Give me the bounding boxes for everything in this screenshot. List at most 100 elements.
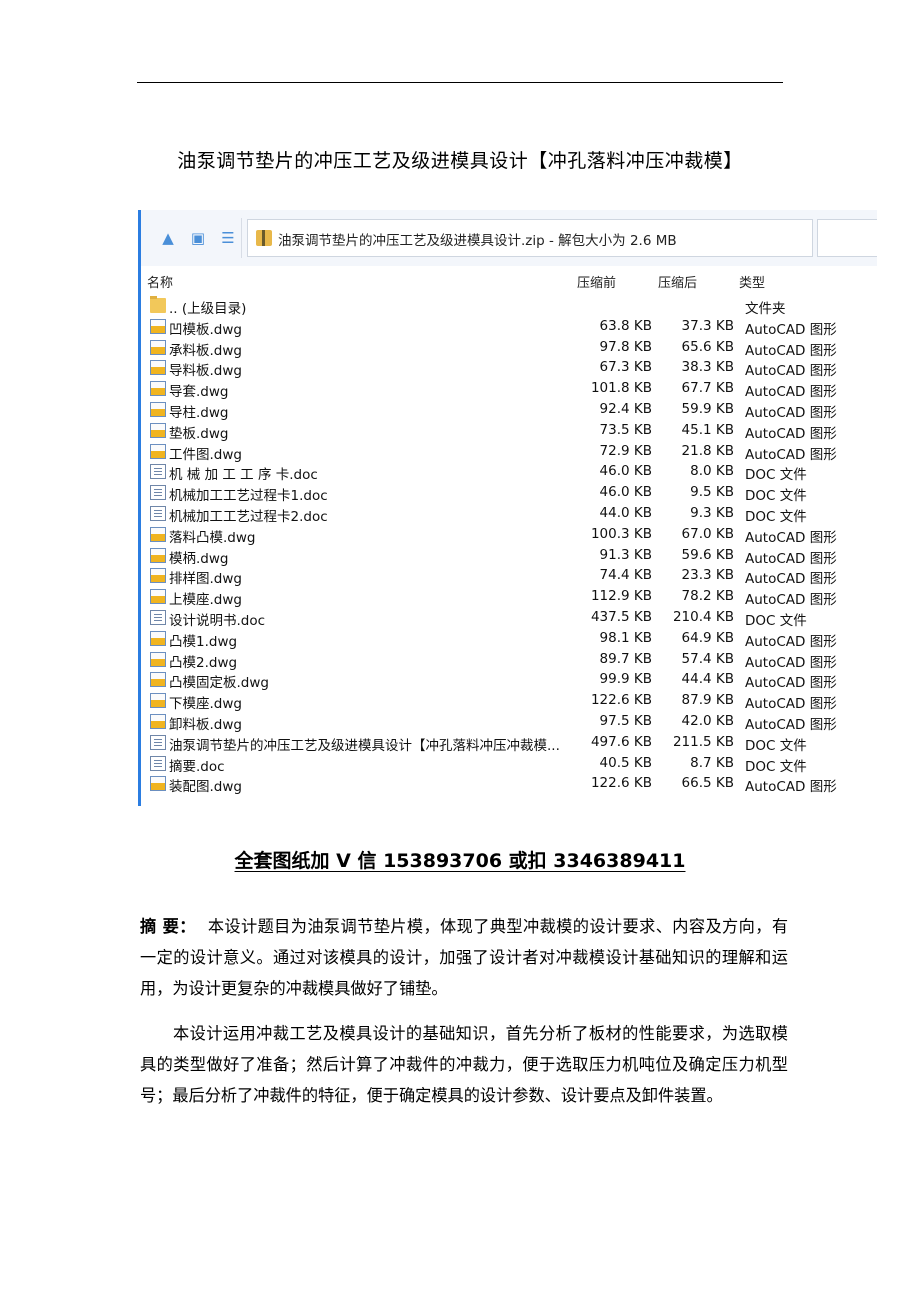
doc-file-icon (150, 734, 166, 750)
document-title: 油泵调节垫片的冲压工艺及级进模具设计【冲孔落料冲压冲裁模】 (177, 150, 743, 172)
doc-file-icon (150, 505, 166, 521)
file-type: DOC 文件 (745, 612, 807, 629)
column-header-compressed[interactable]: 压缩后 (658, 272, 697, 291)
search-input[interactable] (817, 219, 877, 257)
file-row[interactable]: 凸模固定板.dwg 99.9 KB 44.4 KB AutoCAD 图形 (141, 669, 877, 692)
file-size-compressed: 66.5 KB (681, 775, 734, 792)
file-type: AutoCAD 图形 (745, 446, 837, 463)
file-row[interactable]: 导柱.dwg 92.4 KB 59.9 KB AutoCAD 图形 (141, 399, 877, 421)
file-size-compressed: 59.9 KB (681, 400, 734, 417)
file-type: AutoCAD 图形 (745, 696, 837, 713)
file-size-packed: 63.8 KB (599, 317, 652, 334)
dwg-file-icon (150, 443, 166, 459)
file-row[interactable]: 设计说明书.doc 437.5 KB 210.4 KB DOC 文件 (141, 607, 877, 629)
file-name: 油泵调节垫片的冲压工艺及级进模具设计【冲孔落料冲压冲裁模... (169, 737, 560, 754)
file-name: 机 械 加 工 工 序 卡.doc (169, 467, 318, 484)
file-size-packed: 497.6 KB (590, 733, 652, 750)
file-name: 摘要.doc (169, 758, 225, 775)
address-bar[interactable]: 油泵调节垫片的冲压工艺及级进模具设计.zip - 解包大小为 2.6 MB V … (247, 219, 875, 257)
file-type: AutoCAD 图形 (745, 404, 837, 421)
file-size-packed: 40.5 KB (599, 754, 652, 771)
file-row[interactable]: 机械加工工艺过程卡2.doc 44.0 KB 9.3 KB DOC 文件 (141, 503, 877, 525)
doc-file-icon (150, 755, 166, 771)
file-size-compressed: 67.7 KB (681, 380, 734, 397)
file-name: 上模座.dwg (169, 592, 242, 609)
file-type: AutoCAD 图形 (745, 384, 837, 401)
file-name: 机械加工工艺过程卡2.doc (169, 508, 328, 525)
file-name: 机械加工工艺过程卡1.doc (169, 488, 328, 505)
file-size-packed: 73.5 KB (599, 421, 652, 438)
file-name: 凸模2.dwg (169, 654, 238, 671)
column-header-packed[interactable]: 压缩前 (577, 272, 616, 291)
file-row[interactable]: 模柄.dwg 91.3 KB 59.6 KB AutoCAD 图形 (141, 545, 877, 567)
file-row[interactable]: 导套.dwg 101.8 KB 67.7 KB AutoCAD 图形 (141, 378, 877, 401)
file-row[interactable]: 垫板.dwg 73.5 KB 45.1 KB AutoCAD 图形 (141, 420, 877, 442)
file-size-packed: 67.3 KB (599, 359, 652, 376)
file-row[interactable]: 油泵调节垫片的冲压工艺及级进模具设计【冲孔落料冲压冲裁模... 497.6 KB 2… (141, 732, 877, 754)
file-size-compressed: 9.3 KB (690, 504, 734, 521)
file-size-compressed: 9.5 KB (690, 484, 734, 501)
toolbar-divider (241, 218, 242, 258)
file-size-packed: 89.7 KB (599, 650, 652, 667)
file-name: 工件图.dwg (169, 446, 242, 463)
file-row[interactable]: 承料板.dwg 97.8 KB 65.6 KB AutoCAD 图形 (141, 337, 877, 359)
list-view-icon[interactable]: ☰ (219, 229, 237, 247)
file-type: DOC 文件 (745, 488, 807, 505)
file-size-packed: 44.0 KB (599, 504, 652, 521)
file-row[interactable]: 凸模2.dwg 89.7 KB 57.4 KB AutoCAD 图形 (141, 649, 877, 671)
file-type: AutoCAD 图形 (745, 675, 837, 692)
header-rule (137, 82, 783, 83)
file-type: AutoCAD 图形 (745, 654, 837, 671)
file-type: AutoCAD 图形 (745, 321, 837, 338)
file-row[interactable]: 机 械 加 工 工 序 卡.doc 46.0 KB 8.0 KB DOC 文件 (141, 461, 877, 484)
file-size-packed: 74.4 KB (599, 567, 652, 584)
thumbnail-view-icon[interactable]: ▣ (189, 229, 207, 247)
file-type: DOC 文件 (745, 737, 807, 754)
column-header-name[interactable]: 名称 (147, 272, 173, 291)
dwg-file-icon (150, 381, 166, 397)
file-row[interactable]: 摘要.doc 40.5 KB 8.7 KB DOC 文件 (141, 753, 877, 775)
file-size-compressed: 8.0 KB (690, 463, 734, 480)
file-type: AutoCAD 图形 (745, 779, 837, 796)
file-row[interactable]: .. (上级目录) 文件夹 (141, 295, 877, 317)
file-row[interactable]: 凹模板.dwg 63.8 KB 37.3 KB AutoCAD 图形 (141, 316, 877, 338)
file-size-compressed: 45.1 KB (681, 421, 734, 438)
file-name: 导套.dwg (169, 384, 229, 401)
file-size-packed: 46.0 KB (599, 463, 652, 480)
file-row[interactable]: 导料板.dwg 67.3 KB 38.3 KB AutoCAD 图形 (141, 357, 877, 380)
file-type: AutoCAD 图形 (745, 342, 837, 359)
file-row[interactable]: 排样图.dwg 74.4 KB 23.3 KB AutoCAD 图形 (141, 565, 877, 588)
doc-file-icon (150, 609, 166, 625)
file-row[interactable]: 装配图.dwg 122.6 KB 66.5 KB AutoCAD 图形 (141, 773, 877, 796)
file-type: DOC 文件 (745, 467, 807, 484)
dwg-file-icon (150, 401, 166, 417)
file-row[interactable]: 上模座.dwg 112.9 KB 78.2 KB AutoCAD 图形 (141, 586, 877, 609)
file-type: DOC 文件 (745, 508, 807, 525)
column-header-type[interactable]: 类型 (739, 272, 765, 291)
file-row[interactable]: 凸模1.dwg 98.1 KB 64.9 KB AutoCAD 图形 (141, 628, 877, 650)
file-size-packed: 91.3 KB (599, 546, 652, 563)
file-size-packed: 92.4 KB (599, 400, 652, 417)
file-row[interactable]: 落料凸模.dwg 100.3 KB 67.0 KB AutoCAD 图形 (141, 524, 877, 546)
file-size-compressed: 44.4 KB (681, 671, 734, 688)
file-row[interactable]: 工件图.dwg 72.9 KB 21.8 KB AutoCAD 图形 (141, 441, 877, 463)
file-row[interactable]: 卸料板.dwg 97.5 KB 42.0 KB AutoCAD 图形 (141, 711, 877, 733)
file-row[interactable]: 机械加工工艺过程卡1.doc 46.0 KB 9.5 KB DOC 文件 (141, 482, 877, 505)
file-row[interactable]: 下模座.dwg 122.6 KB 87.9 KB AutoCAD 图形 (141, 690, 877, 713)
abstract-label: 摘 要： (140, 917, 196, 936)
zip-archive-icon (256, 230, 272, 246)
file-name: 落料凸模.dwg (169, 529, 256, 546)
file-type: AutoCAD 图形 (745, 529, 837, 546)
archive-window: ▲ ▣ ☰ 油泵调节垫片的冲压工艺及级进模具设计.zip - 解包大小为 2.6… (138, 210, 877, 806)
file-size-compressed: 8.7 KB (690, 754, 734, 771)
file-size-packed: 100.3 KB (590, 525, 652, 542)
file-size-compressed: 21.8 KB (681, 442, 734, 459)
file-type: AutoCAD 图形 (745, 571, 837, 588)
abstract-text-1: 本设计题目为油泵调节垫片模，体现了典型冲裁模的设计要求、内容及方向，有一定的设计… (140, 917, 789, 998)
file-size-packed: 97.5 KB (599, 712, 652, 729)
file-type: AutoCAD 图形 (745, 592, 837, 609)
file-size-compressed: 211.5 KB (672, 733, 734, 750)
file-type: AutoCAD 图形 (745, 363, 837, 380)
up-arrow-icon[interactable]: ▲ (159, 229, 177, 247)
file-size-packed: 97.8 KB (599, 338, 652, 355)
